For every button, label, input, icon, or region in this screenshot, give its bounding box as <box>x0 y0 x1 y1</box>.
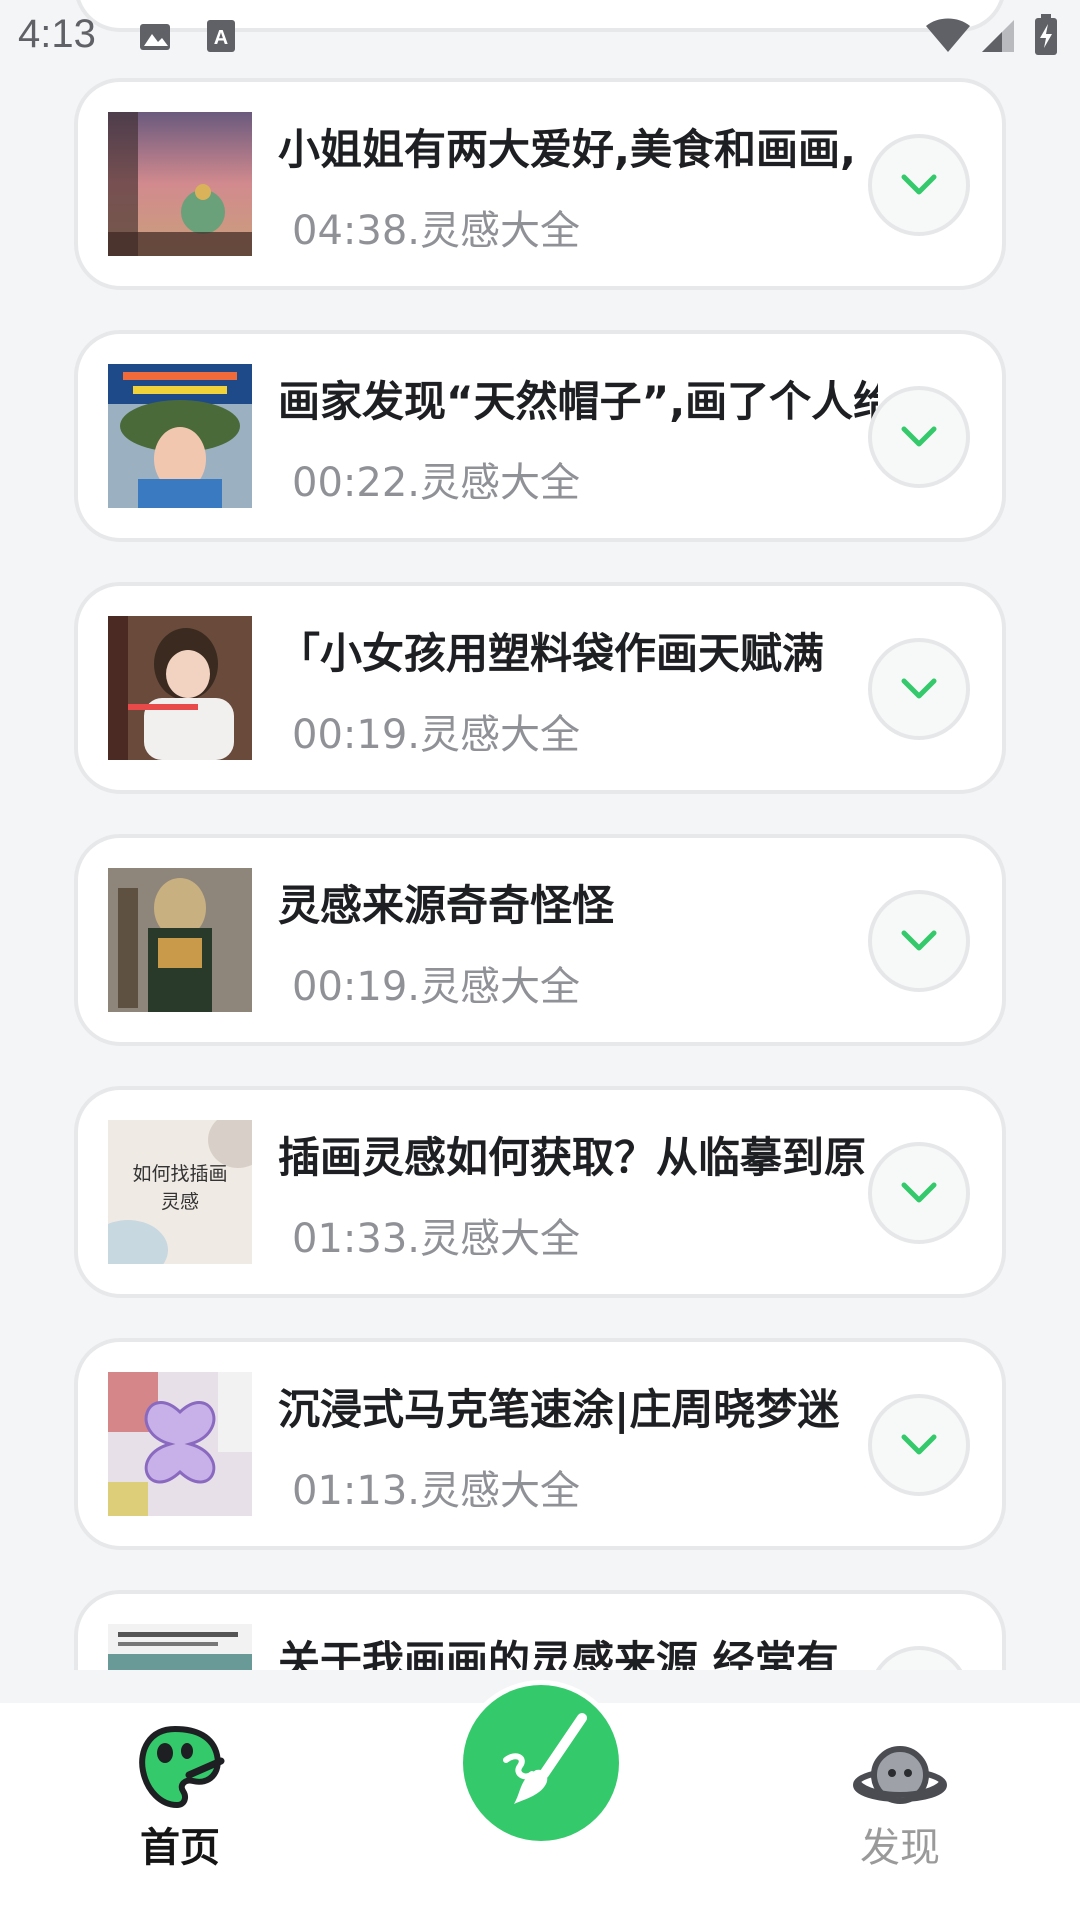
nav-discover-label: 发现 <box>860 1825 940 1871</box>
list-item[interactable]: 如何找插画 灵感 插画灵感如何获取？从临摹到原 01:33.灵感大全 <box>74 1086 1006 1298</box>
video-title: 小姐姐有两大爱好,美食和画画, <box>278 125 856 174</box>
expand-button[interactable] <box>868 1394 970 1496</box>
chevron-down-icon <box>901 1182 937 1203</box>
video-meta: 00:22.灵感大全 <box>292 460 580 506</box>
expand-button[interactable] <box>868 638 970 740</box>
expand-button[interactable] <box>868 1646 970 1670</box>
video-meta: 00:19.灵感大全 <box>292 712 580 758</box>
nav-home-label: 首页 <box>140 1825 220 1871</box>
chevron-down-icon <box>901 174 937 195</box>
chevron-down-icon <box>901 930 937 951</box>
wifi-icon <box>926 18 970 52</box>
video-thumbnail[interactable] <box>108 1624 252 1670</box>
signal-icon <box>982 20 1014 52</box>
expand-button[interactable] <box>868 134 970 236</box>
video-title: 灵感来源奇奇怪怪 <box>278 881 615 930</box>
video-meta: 04:38.灵感大全 <box>292 208 580 254</box>
svg-text:A: A <box>214 27 228 49</box>
video-title: 「小女孩用塑料袋作画天赋满 <box>278 629 825 678</box>
video-thumbnail[interactable] <box>108 616 252 760</box>
video-meta: 01:13.灵感大全 <box>292 1468 580 1514</box>
video-thumbnail[interactable]: 如何找插画 灵感 <box>108 1120 252 1264</box>
thumbnail-caption: 如何找插画 灵感 <box>132 1163 228 1213</box>
list-item[interactable]: 沉浸式马克笔速涂|庄周晓梦迷 01:13.灵感大全 <box>74 1338 1006 1550</box>
battery-icon <box>1035 14 1057 55</box>
nav-home[interactable]: 首页 <box>120 1725 240 1873</box>
chevron-down-icon <box>901 678 937 699</box>
chevron-down-icon <box>901 1434 937 1455</box>
video-thumbnail[interactable] <box>108 868 252 1012</box>
expand-button[interactable] <box>868 890 970 992</box>
video-thumbnail[interactable] <box>108 112 252 256</box>
video-title: 沉浸式马克笔速涂|庄周晓梦迷 <box>278 1385 840 1434</box>
video-meta: 01:33.灵感大全 <box>292 1216 580 1262</box>
video-title: 画家发现“天然帽子”,画了个人给 <box>278 377 878 426</box>
video-title: 插画灵感如何获取？从临摹到原 <box>278 1133 867 1182</box>
video-meta: 00:19.灵感大全 <box>292 964 580 1010</box>
feed-list[interactable]: 小姐姐有两大爱好,美食和画画, 04:38.灵感大全 画家发现“天然帽子”,画了… <box>0 0 1080 1670</box>
list-item[interactable]: 小姐姐有两大爱好,美食和画画, 04:38.灵感大全 <box>74 78 1006 290</box>
palette-icon <box>139 1725 225 1809</box>
status-bar: 4:13 A <box>0 0 1080 74</box>
expand-button[interactable] <box>868 386 970 488</box>
video-thumbnail[interactable] <box>108 364 252 508</box>
image-icon <box>140 24 170 50</box>
a-notification-icon: A <box>207 20 235 52</box>
list-item[interactable]: 灵感来源奇奇怪怪 00:19.灵感大全 <box>74 834 1006 1046</box>
create-button-circle <box>463 1685 619 1841</box>
list-item[interactable]: 关于我画画的灵感来源 经常有 <box>74 1590 1006 1670</box>
video-title: 关于我画画的灵感来源 经常有 <box>278 1637 839 1670</box>
nav-discover[interactable]: 发现 <box>840 1743 960 1873</box>
expand-button[interactable] <box>868 1142 970 1244</box>
list-item[interactable]: 画家发现“天然帽子”,画了个人给 00:22.灵感大全 <box>74 330 1006 542</box>
planet-icon <box>853 1746 947 1804</box>
chevron-down-icon <box>901 426 937 447</box>
brush-icon <box>503 1713 587 1804</box>
status-time: 4:13 <box>18 12 96 56</box>
create-button[interactable] <box>458 1680 624 1846</box>
list-item[interactable]: 「小女孩用塑料袋作画天赋满 00:19.灵感大全 <box>74 582 1006 794</box>
video-thumbnail[interactable] <box>108 1372 252 1516</box>
